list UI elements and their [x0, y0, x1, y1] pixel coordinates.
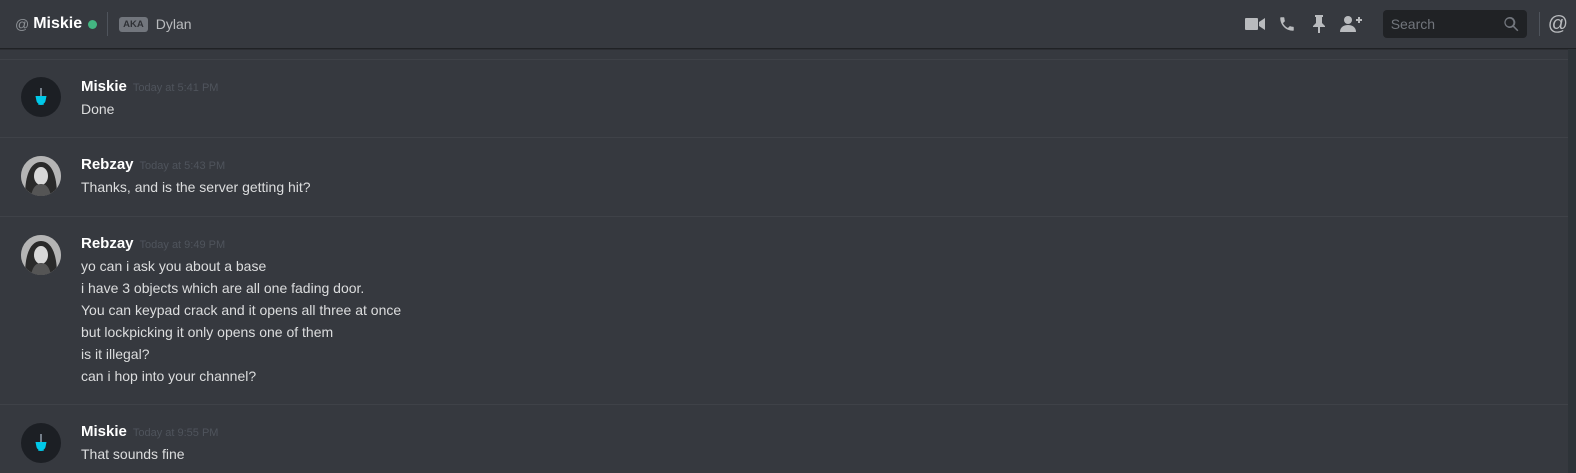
message-group: Miskie Today at 5:41 PM Done: [0, 59, 1568, 137]
header-toolbar: @: [1243, 0, 1576, 48]
message-header: Rebzay Today at 5:43 PM: [81, 156, 311, 176]
message-text: Done: [81, 101, 115, 117]
message-timestamp: Today at 9:55 PM: [132, 427, 219, 439]
avatar[interactable]: [21, 77, 61, 117]
message-text: can i hop into your channel?: [81, 368, 257, 384]
message-content: Rebzay Today at 9:49 PM yo can i ask you…: [81, 235, 401, 387]
message-text: You can keypad crack and it opens all th…: [81, 302, 402, 318]
dm-recipient-name[interactable]: Miskie: [33, 15, 82, 33]
message-content: Rebzay Today at 5:43 PM Thanks, and is t…: [81, 156, 311, 198]
message-text: Thanks, and is the server getting hit?: [81, 179, 311, 195]
message-header: Miskie Today at 9:55 PM: [81, 423, 218, 443]
message-list: Miskie Today at 5:41 PM Done Rebzay Toda…: [0, 49, 1568, 473]
message-author[interactable]: Rebzay: [81, 235, 134, 252]
online-status-indicator: [88, 19, 98, 29]
message-author[interactable]: Miskie: [81, 423, 127, 440]
video-camera-icon[interactable]: [1243, 12, 1267, 36]
message-group: Miskie Today at 9:55 PM That sounds fine: [0, 404, 1568, 473]
toolbar-divider: [1538, 12, 1540, 36]
aka-name: Dylan: [155, 16, 192, 32]
avatar[interactable]: [21, 156, 61, 196]
aka-badge: AKA: [119, 16, 148, 32]
message-author[interactable]: Miskie: [81, 78, 127, 95]
message-text: i have 3 objects which are all one fadin…: [81, 280, 365, 296]
message-timestamp: Today at 5:41 PM: [132, 82, 219, 94]
avatar[interactable]: [21, 235, 61, 275]
message-group: Rebzay Today at 9:49 PM yo can i ask you…: [0, 216, 1568, 404]
dm-at-icon: @: [15, 16, 30, 32]
message-text: is it illegal?: [81, 346, 150, 362]
message-text: That sounds fine: [81, 446, 185, 462]
search-icon[interactable]: [1503, 16, 1519, 32]
avatar[interactable]: [21, 423, 61, 463]
message-timestamp: Today at 5:43 PM: [139, 160, 226, 172]
phone-icon[interactable]: [1275, 12, 1299, 36]
message-header: Rebzay Today at 9:49 PM: [81, 235, 401, 255]
message-header: Miskie Today at 5:41 PM: [81, 78, 218, 98]
message-content: Miskie Today at 9:55 PM That sounds fine: [81, 423, 218, 465]
message-text: yo can i ask you about a base: [81, 258, 267, 274]
search-box: [1382, 10, 1527, 38]
message-author[interactable]: Rebzay: [81, 156, 134, 173]
message-text: but lockpicking it only opens one of the…: [81, 324, 334, 340]
message-timestamp: Today at 9:49 PM: [139, 239, 226, 251]
message-content: Miskie Today at 5:41 PM Done: [81, 78, 218, 120]
search-input[interactable]: [1388, 15, 1499, 33]
header-divider: [107, 12, 109, 36]
scrollbar[interactable]: [1568, 49, 1576, 473]
message-group: Rebzay Today at 5:43 PM Thanks, and is t…: [0, 137, 1568, 216]
add-friend-icon[interactable]: [1339, 12, 1363, 36]
pin-icon[interactable]: [1307, 12, 1331, 36]
mentions-icon[interactable]: @: [1548, 13, 1568, 36]
